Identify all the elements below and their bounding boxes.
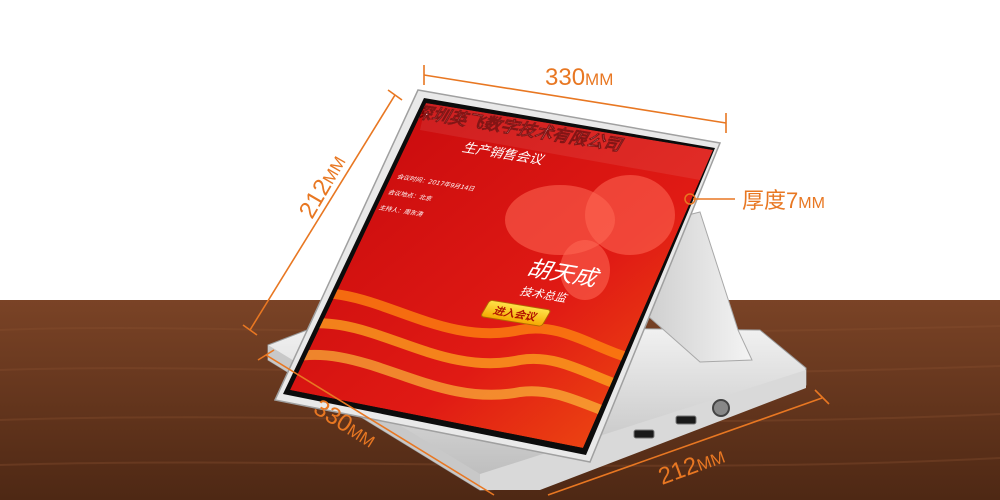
key-lock-icon: [712, 399, 730, 417]
left-height-label: 212MM: [294, 150, 352, 223]
product-scene: 深圳英飞数字技术有限公司 生产销售会议 会议时间：2017年9月14日 会议地点…: [0, 0, 1000, 500]
usb-port-icon: [633, 429, 655, 439]
top-width-label: 330MM: [545, 64, 613, 91]
thickness-label: 厚度7MM: [742, 188, 825, 213]
scene-svg: 深圳英飞数字技术有限公司 生产销售会议 会议时间：2017年9月14日 会议地点…: [0, 64, 1000, 500]
usb-port-icon: [675, 415, 697, 425]
